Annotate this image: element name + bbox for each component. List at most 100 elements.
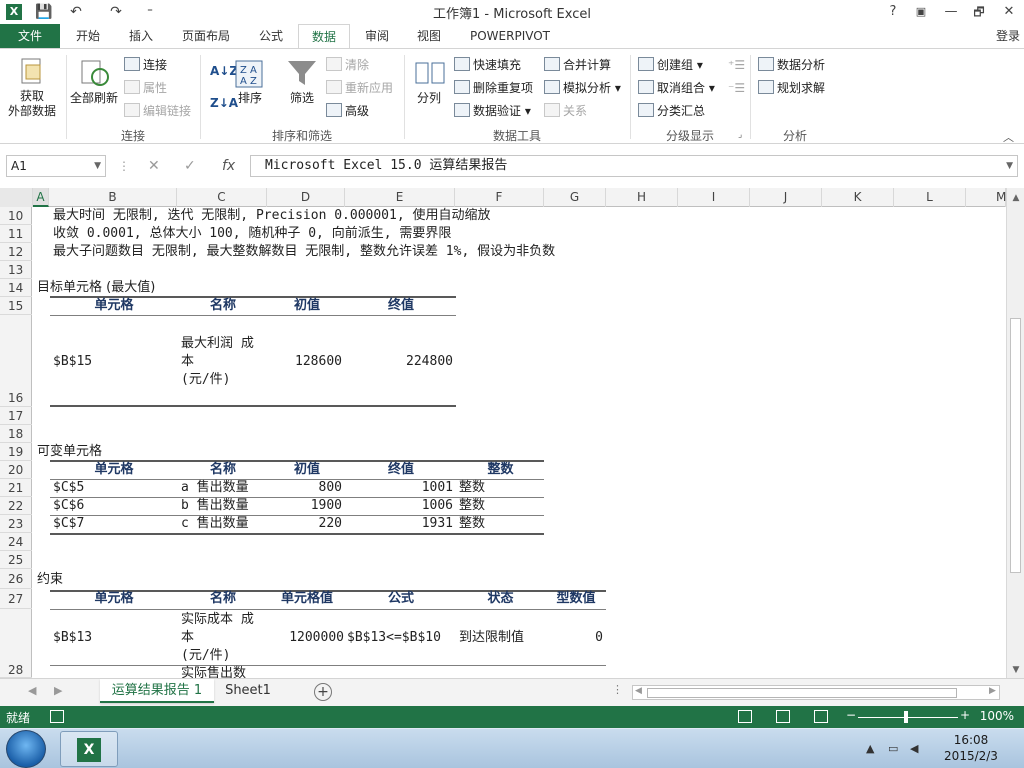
zoom-out-icon[interactable]: −	[846, 708, 856, 722]
row-header[interactable]: 25	[0, 551, 32, 569]
column-header[interactable]: K	[822, 188, 894, 207]
macro-record-icon[interactable]	[50, 710, 64, 723]
column-header[interactable]: B	[49, 188, 177, 207]
scroll-right-icon[interactable]: ▶	[989, 686, 996, 696]
column-header[interactable]: F	[455, 188, 544, 207]
scroll-thumb[interactable]	[1010, 318, 1021, 573]
expand-formula-icon[interactable]: ▼	[1006, 156, 1013, 176]
column-header[interactable]: C	[177, 188, 267, 207]
reapply-button[interactable]: 重新应用	[326, 78, 393, 98]
collapse-ribbon-icon[interactable]: ︿	[1003, 129, 1014, 145]
formula-input[interactable]: Microsoft Excel 15.0 运算结果报告 ▼	[250, 155, 1018, 177]
zoom-slider[interactable]	[858, 717, 958, 718]
tab-view[interactable]: 视图	[404, 24, 454, 48]
zoom-slider-thumb[interactable]	[904, 711, 908, 723]
enter-icon[interactable]: ✓	[184, 155, 196, 177]
column-header[interactable]: D	[267, 188, 345, 207]
connections-button[interactable]: 连接	[124, 55, 167, 75]
tab-formulas[interactable]: 公式	[246, 24, 296, 48]
tab-home[interactable]: 开始	[62, 24, 114, 48]
row-header[interactable]: 17	[0, 407, 32, 425]
ungroup-button[interactable]: 取消组合 ▾	[638, 78, 715, 98]
subtotal-button[interactable]: 分类汇总	[638, 101, 705, 121]
row-header[interactable]: 13	[0, 261, 32, 279]
data-analysis-button[interactable]: 数据分析	[758, 55, 825, 75]
insert-function-icon[interactable]: fx	[222, 155, 235, 177]
advanced-button[interactable]: 高级	[326, 101, 369, 121]
tab-page-layout[interactable]: 页面布局	[170, 24, 242, 48]
worksheet-grid[interactable]: A B C D E F G H I J K L M 10 11 12 13 14…	[0, 188, 1006, 678]
tab-powerpivot[interactable]: POWERPIVOT	[460, 24, 560, 48]
column-header[interactable]: A	[33, 188, 49, 207]
start-button-icon[interactable]	[6, 730, 46, 768]
column-header[interactable]: G	[544, 188, 606, 207]
row-header[interactable]: 10	[0, 207, 32, 225]
flash-fill-button[interactable]: 快速填充	[454, 55, 521, 75]
data-validation-button[interactable]: 数据验证 ▾	[454, 101, 531, 121]
column-header[interactable]: I	[678, 188, 750, 207]
restore-button[interactable]: 🗗	[966, 1, 992, 23]
volume-icon[interactable]: ◀	[910, 742, 922, 755]
zoom-level[interactable]: 100%	[980, 709, 1014, 723]
column-header[interactable]: E	[345, 188, 455, 207]
customize-qat-icon[interactable]: ⁼	[140, 2, 160, 22]
row-header[interactable]: 20	[0, 461, 32, 479]
undo-icon[interactable]: ↶	[66, 2, 86, 22]
scroll-up-icon[interactable]: ▲	[1007, 190, 1024, 206]
tab-file[interactable]: 文件	[0, 24, 60, 48]
properties-button[interactable]: 属性	[124, 78, 167, 98]
ribbon-display-options-icon[interactable]: ▣	[908, 1, 934, 23]
login-link[interactable]: 登录	[996, 24, 1020, 48]
row-header[interactable]: 27	[0, 589, 32, 609]
tab-insert[interactable]: 插入	[116, 24, 166, 48]
scroll-thumb[interactable]	[647, 688, 957, 698]
sheet-tab-report[interactable]: 运算结果报告 1	[100, 679, 214, 703]
help-button[interactable]: ?	[880, 1, 906, 23]
row-header[interactable]: 11	[0, 225, 32, 243]
taskbar-excel-button[interactable]: X	[60, 731, 118, 767]
select-all-corner[interactable]	[0, 188, 33, 207]
save-icon[interactable]: 💾	[34, 2, 54, 22]
column-header[interactable]: M	[966, 188, 1006, 207]
row-header[interactable]: 23	[0, 515, 32, 533]
row-header[interactable]: 18	[0, 425, 32, 443]
what-if-analysis-button[interactable]: 模拟分析 ▾	[544, 78, 621, 98]
cell-area[interactable]: 最大时间 无限制, 迭代 无限制, Precision 0.000001, 使用…	[33, 207, 1006, 678]
zoom-in-icon[interactable]: +	[960, 708, 970, 722]
network-icon[interactable]: ▭	[888, 742, 900, 755]
row-header[interactable]: 19	[0, 443, 32, 461]
row-header[interactable]: 24	[0, 533, 32, 551]
next-sheet-icon[interactable]: ▶	[54, 684, 62, 697]
minimize-button[interactable]: —	[938, 1, 964, 23]
clear-button[interactable]: 清除	[326, 55, 369, 75]
row-header[interactable]: 22	[0, 497, 32, 515]
tab-split-handle-icon[interactable]: ⋮	[612, 683, 623, 696]
sheet-tab-sheet1[interactable]: Sheet1	[218, 679, 278, 703]
tray-expand-icon[interactable]: ▲	[866, 742, 878, 755]
relationships-button[interactable]: 关系	[544, 101, 587, 121]
chevron-down-icon[interactable]: ▼	[94, 156, 101, 176]
show-detail-icon[interactable]: ⁺☰	[728, 55, 745, 75]
tab-review[interactable]: 审阅	[352, 24, 402, 48]
page-break-view-icon[interactable]	[814, 710, 828, 723]
row-header[interactable]: 14	[0, 279, 32, 297]
row-header[interactable]: 12	[0, 243, 32, 261]
scroll-down-icon[interactable]: ▼	[1007, 662, 1024, 678]
hide-detail-icon[interactable]: ⁻☰	[728, 78, 745, 98]
redo-icon[interactable]: ↷	[106, 2, 126, 22]
tray-clock[interactable]: 16:08 2015/2/3	[938, 732, 1004, 764]
row-header[interactable]: 15	[0, 297, 32, 315]
edit-links-button[interactable]: 编辑链接	[124, 101, 191, 121]
prev-sheet-icon[interactable]: ◀	[28, 684, 36, 697]
column-header[interactable]: L	[894, 188, 966, 207]
excel-logo-icon[interactable]: X	[6, 4, 22, 20]
tab-data[interactable]: 数据	[298, 24, 350, 49]
cancel-icon[interactable]: ✕	[148, 155, 160, 177]
row-header[interactable]: 28	[0, 609, 32, 678]
column-header[interactable]: H	[606, 188, 678, 207]
outline-dialog-launcher-icon[interactable]: ⌟	[738, 125, 742, 145]
name-box[interactable]: A1 ▼	[6, 155, 106, 177]
page-layout-view-icon[interactable]	[776, 710, 790, 723]
consolidate-button[interactable]: 合并计算	[544, 55, 611, 75]
solver-button[interactable]: 规划求解	[758, 78, 825, 98]
